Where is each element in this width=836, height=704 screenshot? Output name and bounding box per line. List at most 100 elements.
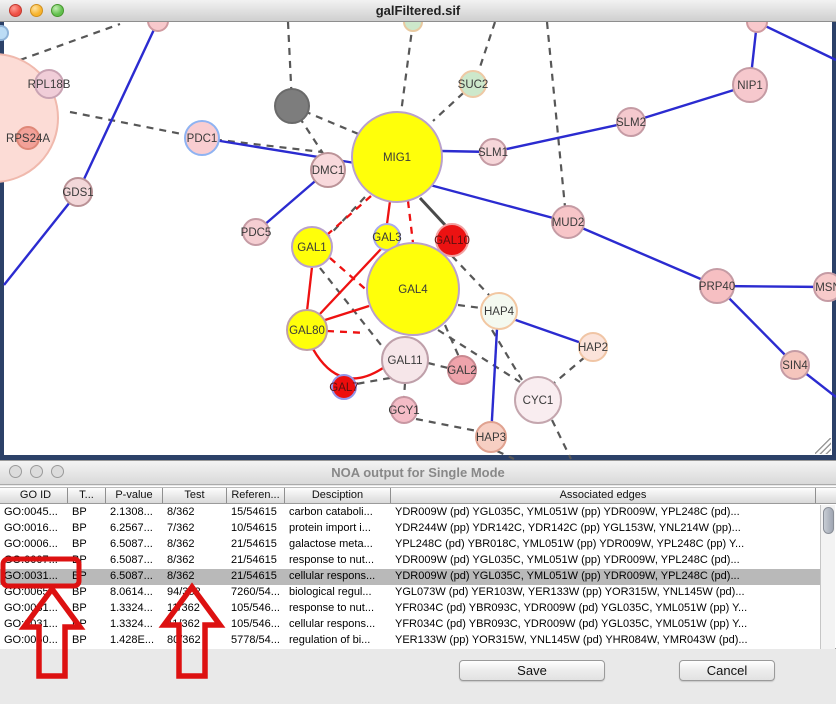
table-cell: YDR009W (pd) YGL035C, YML051W (pp) YDR00… (391, 553, 816, 569)
network-node-gcy1[interactable]: GCY1 (388, 397, 419, 423)
table-cell: 21/54615 (227, 553, 285, 569)
network-node-gds1[interactable]: GDS1 (62, 178, 93, 206)
network-node-slm1[interactable]: SLM1 (478, 139, 508, 165)
network-edge-dashed (547, 22, 565, 207)
network-node-gal80[interactable]: GAL80 (287, 310, 327, 350)
network-edge-blue (493, 122, 631, 152)
network-edge-red (325, 306, 369, 320)
noa-window-title: NOA output for Single Mode (0, 465, 836, 480)
network-node-gray-node[interactable] (275, 89, 309, 123)
network-node-hap2[interactable]: HAP2 (578, 333, 608, 361)
table-cell: 105/546... (227, 617, 285, 633)
table-cell: BP (68, 521, 106, 537)
network-window-title: galFiltered.sif (0, 3, 836, 18)
node-label: MIG1 (383, 152, 411, 164)
network-edge-blue (491, 329, 497, 437)
network-node-gal1[interactable]: GAL1 (292, 227, 332, 267)
table-cell: GO:0050... (0, 633, 68, 649)
table-cell: YFR034C (pd) YBR093C, YDR009W (pd) YGL03… (391, 601, 816, 617)
table-cell: 15/54615 (227, 505, 285, 521)
table-row[interactable]: GO:0045...BP2.1308...8/36215/54615carbon… (0, 505, 820, 521)
table-row[interactable]: GO:0031...BP1.3324...11/362105/546...res… (0, 601, 820, 617)
table-cell: 21/54615 (227, 537, 285, 553)
network-edge-blue (568, 222, 717, 286)
network-node-gal2[interactable]: GAL2 (447, 356, 476, 384)
network-node-cyc1[interactable]: CYC1 (515, 377, 561, 423)
table-cell: 1.428E... (106, 633, 163, 649)
table-cell: 21/54615 (227, 569, 285, 585)
table-cell: 8/362 (163, 569, 227, 585)
table-row[interactable]: GO:0031...BP1.3324...11/362105/546...cel… (0, 617, 820, 633)
table-cell: GO:0007... (0, 553, 68, 569)
network-edge-dashed (553, 357, 585, 384)
network-edge-blue (757, 22, 836, 60)
network-node-prp40[interactable]: PRP40 (699, 269, 735, 303)
table-row[interactable]: GO:0016...BP6.2567...7/36210/54615protei… (0, 521, 820, 537)
network-node-slm2[interactable]: SLM2 (616, 108, 646, 136)
table-cell: BP (68, 505, 106, 521)
network-node-dmc1[interactable]: DMC1 (311, 153, 345, 187)
network-node-hap3[interactable]: HAP3 (476, 422, 506, 452)
node-label: GCY1 (388, 405, 419, 417)
network-window-titlebar[interactable]: galFiltered.sif (0, 0, 836, 22)
network-node-hap4[interactable]: HAP4 (481, 293, 517, 329)
network-node-corner-node[interactable] (0, 26, 8, 40)
network-node-mud2[interactable]: MUD2 (552, 206, 585, 238)
network-node-pdc1[interactable]: PDC1 (185, 121, 219, 155)
network-edge-dashed (478, 22, 495, 73)
node-label: MSN (815, 282, 836, 294)
network-node-gal11[interactable]: GAL11 (382, 337, 428, 383)
table-cell: YER133W (pp) YOR315W, YNL145W (pd) YHR08… (391, 633, 816, 649)
table-row[interactable]: GO:0007...BP6.5087...8/36221/54615respon… (0, 553, 820, 569)
column-header-t[interactable]: T... (68, 488, 106, 503)
column-header-go-id[interactable]: GO ID (0, 488, 68, 503)
table-cell: 8/362 (163, 505, 227, 521)
table-cell: GO:0031... (0, 617, 68, 633)
node-label: GAL80 (289, 325, 325, 337)
network-node-nip1[interactable]: NIP1 (733, 68, 767, 102)
network-node-msn[interactable]: MSN (814, 273, 836, 301)
column-header-desciption[interactable]: Desciption (285, 488, 391, 503)
network-edge-dashed (445, 325, 459, 357)
table-cell: BP (68, 601, 106, 617)
network-node-sin4[interactable]: SIN4 (781, 351, 809, 379)
save-button[interactable]: Save (459, 660, 605, 681)
table-cell: YPL248C (pd) YBR018C, YML051W (pp) YDR00… (391, 537, 816, 553)
cancel-button[interactable]: Cancel (679, 660, 775, 681)
table-cell: 7260/54... (227, 585, 285, 601)
column-header-associated-edges[interactable]: Associated edges (391, 488, 816, 503)
column-header-p-value[interactable]: P-value (106, 488, 163, 503)
table-row[interactable]: GO:0031...BP6.5087...8/36221/54615cellul… (0, 569, 820, 585)
column-header-referen[interactable]: Referen... (227, 488, 285, 503)
table-cell: response to nut... (285, 601, 391, 617)
table-row[interactable]: GO:0006...BP6.5087...8/36221/54615galact… (0, 537, 820, 553)
network-edge-dashed (20, 24, 120, 60)
node-label: SLM2 (616, 117, 646, 129)
table-row[interactable]: GO:0065...BP8.0614...94/3627260/54...bio… (0, 585, 820, 601)
column-header-test[interactable]: Test (163, 488, 227, 503)
table-row[interactable]: GO:0050...BP1.428E...80/3625778/54...reg… (0, 633, 820, 649)
table-cell: BP (68, 537, 106, 553)
network-node-gal4[interactable]: GAL4 (367, 243, 459, 335)
table-cell: GO:0006... (0, 537, 68, 553)
network-edge-blue (78, 21, 158, 192)
network-node-mig1[interactable]: MIG1 (352, 112, 442, 202)
table-cell: 1.3324... (106, 617, 163, 633)
table-cell: 105/546... (227, 601, 285, 617)
network-edge-dashed (404, 383, 405, 398)
table-cell: GO:0016... (0, 521, 68, 537)
vertical-scrollbar[interactable] (820, 505, 835, 649)
node-label: PRP40 (699, 281, 735, 293)
node-label: GAL4 (398, 284, 428, 296)
network-edge-red (307, 267, 312, 311)
noa-window-titlebar[interactable]: NOA output for Single Mode (0, 461, 836, 485)
table-cell: BP (68, 617, 106, 633)
table-cell: 7/362 (163, 521, 227, 537)
resize-grip[interactable] (815, 438, 831, 454)
node-label: HAP2 (578, 342, 608, 354)
table-cell: 6.2567... (106, 521, 163, 537)
node-label: GAL10 (434, 235, 470, 247)
network-edge-dashed (325, 197, 365, 240)
network-edge-dashed (458, 305, 481, 308)
scrollbar-thumb[interactable] (823, 507, 834, 534)
